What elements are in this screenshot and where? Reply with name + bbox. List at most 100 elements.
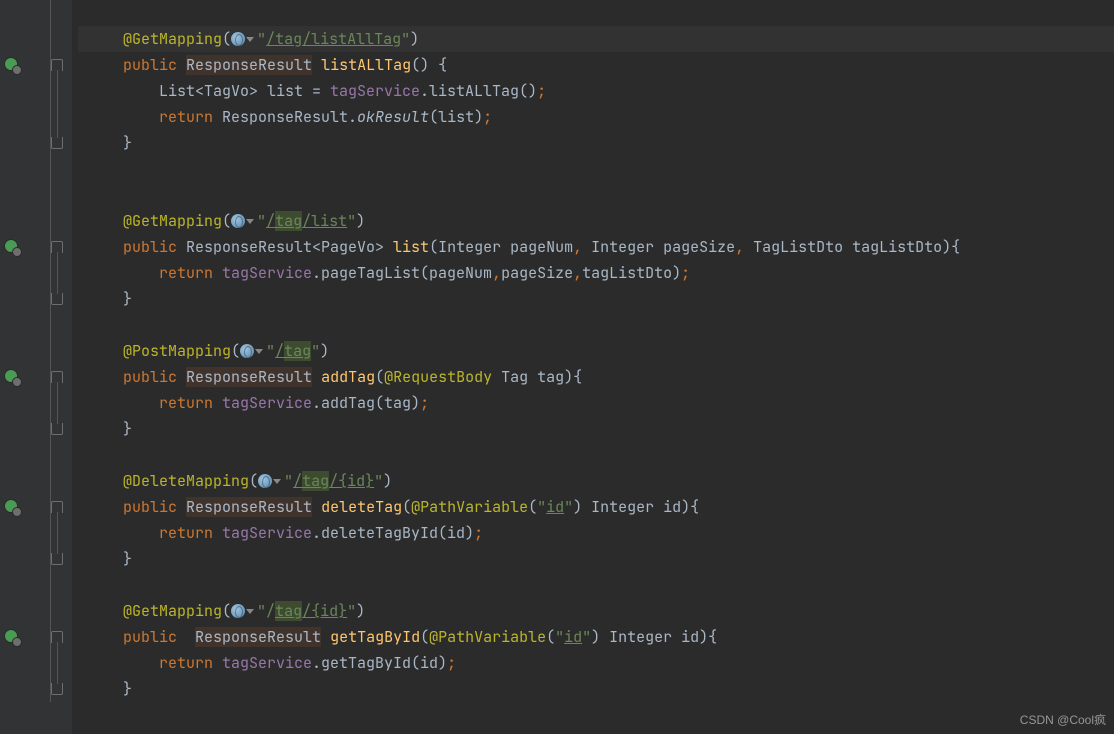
code-token: (	[231, 341, 240, 361]
code-token: }	[123, 419, 132, 439]
code-line[interactable]: }	[78, 676, 1114, 702]
code-line[interactable]: }	[78, 546, 1114, 572]
code-token	[312, 367, 321, 387]
chevron-down-icon[interactable]	[273, 479, 281, 484]
code-token: return	[159, 263, 222, 283]
fold-close-icon[interactable]	[51, 293, 63, 305]
fold-guide-line	[57, 252, 58, 294]
code-token: ;	[420, 393, 429, 413]
web-globe-icon[interactable]	[258, 474, 272, 488]
gutter-method-icon[interactable]	[4, 239, 20, 255]
code-token	[312, 497, 321, 517]
web-globe-icon[interactable]	[240, 344, 254, 358]
gutter-method-icon[interactable]	[4, 629, 20, 645]
code-line[interactable]	[78, 156, 1114, 182]
code-token: public	[123, 627, 195, 647]
code-token: (	[420, 627, 429, 647]
code-line[interactable]	[78, 442, 1114, 468]
code-line[interactable]: return ResponseResult.okResult(list);	[78, 104, 1114, 130]
chevron-down-icon[interactable]	[246, 37, 254, 42]
code-token: @GetMapping	[123, 211, 222, 231]
chevron-down-icon[interactable]	[246, 219, 254, 224]
code-token: ResponseResult	[195, 627, 321, 647]
code-token: ResponseResult<PageVo>	[186, 237, 393, 257]
code-token: )	[383, 471, 392, 491]
code-token: )	[320, 341, 329, 361]
code-line[interactable]: @PostMapping("/tag")	[78, 338, 1114, 364]
code-line[interactable]	[78, 312, 1114, 338]
code-token: addTag	[321, 367, 375, 387]
web-globe-icon[interactable]	[231, 214, 245, 228]
code-token: "	[564, 497, 573, 517]
code-token: ;	[681, 263, 690, 283]
code-token: TagListDto tagListDto){	[753, 237, 960, 257]
code-token: list	[393, 237, 429, 257]
code-token: /	[266, 211, 275, 231]
code-token: (Integer pageNum	[429, 237, 573, 257]
code-line[interactable]	[78, 0, 1114, 26]
web-globe-icon[interactable]	[231, 604, 245, 618]
code-line[interactable]: }	[78, 130, 1114, 156]
chevron-down-icon[interactable]	[246, 609, 254, 614]
code-token: ) Integer id){	[591, 627, 717, 647]
code-token: }	[123, 289, 132, 309]
code-line[interactable]: public ResponseResult getTagById(@PathVa…	[78, 624, 1114, 650]
code-line[interactable]: return tagService.addTag(tag);	[78, 390, 1114, 416]
code-token: tag	[275, 601, 302, 621]
code-token: "	[582, 627, 591, 647]
code-line[interactable]: @GetMapping("/tag/{id}")	[78, 598, 1114, 624]
code-token: ,	[735, 237, 753, 257]
code-token: "	[284, 471, 293, 491]
code-token: public	[123, 497, 186, 517]
chevron-down-icon[interactable]	[255, 349, 263, 354]
code-line[interactable]	[78, 572, 1114, 598]
code-token: .pageTagList(pageNum	[312, 263, 492, 283]
code-line[interactable]: List<TagVo> list = tagService.listALlTag…	[78, 78, 1114, 104]
code-line[interactable]: public ResponseResult addTag(@RequestBod…	[78, 364, 1114, 390]
code-line[interactable]: }	[78, 416, 1114, 442]
gutter-method-icon[interactable]	[4, 369, 20, 385]
fold-close-icon[interactable]	[51, 137, 63, 149]
code-line[interactable]: @GetMapping("/tag/list")	[78, 208, 1114, 234]
code-token: ;	[483, 107, 492, 127]
code-token: ,	[573, 263, 582, 283]
code-token: return	[159, 653, 222, 673]
code-token: (	[402, 497, 411, 517]
code-line[interactable]	[78, 182, 1114, 208]
code-token: "/	[257, 601, 275, 621]
fold-guide-line	[57, 642, 58, 684]
code-token: ResponseResult.	[222, 107, 357, 127]
code-token: tagService	[222, 263, 312, 283]
code-token: /tag/listAllTag	[266, 29, 401, 49]
code-token: "	[266, 341, 275, 361]
code-token: /{id}	[329, 471, 374, 491]
code-area[interactable]: @GetMapping("/tag/listAllTag") public Re…	[78, 0, 1114, 702]
code-token: "	[555, 627, 564, 647]
code-token: .listALlTag()	[420, 81, 537, 101]
code-line[interactable]: @DeleteMapping("/tag/{id}")	[78, 468, 1114, 494]
gutter-method-icon[interactable]	[4, 57, 20, 73]
code-token: .getTagById(id)	[312, 653, 447, 673]
code-token: tagService	[222, 393, 312, 413]
code-token: (	[222, 601, 231, 621]
fold-column	[48, 0, 72, 734]
code-token: id	[546, 497, 564, 517]
gutter-method-icon[interactable]	[4, 499, 20, 515]
fold-close-icon[interactable]	[51, 553, 63, 565]
code-line[interactable]: }	[78, 286, 1114, 312]
code-line[interactable]: return tagService.pageTagList(pageNum,pa…	[78, 260, 1114, 286]
code-line[interactable]: public ResponseResult deleteTag(@PathVar…	[78, 494, 1114, 520]
code-line[interactable]: return tagService.getTagById(id);	[78, 650, 1114, 676]
code-token: okResult	[357, 107, 429, 127]
code-line[interactable]: return tagService.deleteTagById(id);	[78, 520, 1114, 546]
web-globe-icon[interactable]	[231, 32, 245, 46]
code-token: (	[222, 211, 231, 231]
code-line[interactable]: public ResponseResult listALlTag() {	[78, 52, 1114, 78]
code-token: "	[401, 29, 410, 49]
code-token: return	[159, 393, 222, 413]
code-token: tagService	[330, 81, 420, 101]
fold-close-icon[interactable]	[51, 683, 63, 695]
code-line[interactable]: public ResponseResult<PageVo> list(Integ…	[78, 234, 1114, 260]
code-line[interactable]: @GetMapping("/tag/listAllTag")	[78, 26, 1114, 52]
fold-close-icon[interactable]	[51, 423, 63, 435]
